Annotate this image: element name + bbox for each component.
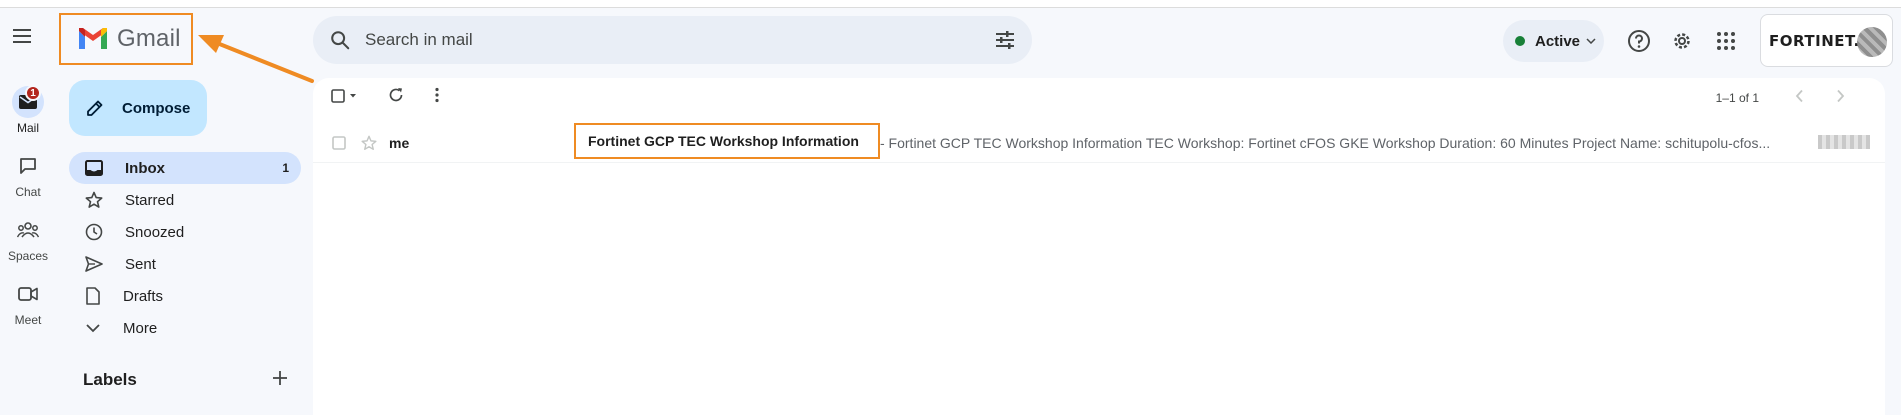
search-options-icon[interactable] [994,30,1016,50]
clock-icon [85,223,103,241]
rail-item-meet[interactable]: Meet [0,272,56,336]
list-toolbar: 1–1 of 1 [313,78,1885,114]
gmail-m-icon [79,28,107,49]
rail-label-mail: Mail [16,121,39,135]
email-sender: me [389,134,410,151]
top-header: Gmail Active FORTINET. [0,9,1901,83]
settings-button[interactable] [1663,22,1701,60]
nav-label-drafts: Drafts [123,287,164,305]
apps-button[interactable] [1707,22,1745,60]
search-icon[interactable] [329,29,351,51]
pagination-text: 1–1 of 1 [1715,91,1759,105]
nav-label-inbox: Inbox [125,159,165,177]
email-date-redacted [1818,135,1870,149]
nav-item-starred[interactable]: Starred [69,184,301,216]
status-selector[interactable]: Active [1503,20,1604,62]
rail-item-chat[interactable]: Chat [0,144,56,208]
account-switcher[interactable]: FORTINET. [1760,14,1893,67]
avatar[interactable] [1857,27,1887,57]
checkbox-icon [331,89,356,103]
nav-item-inbox[interactable]: Inbox 1 [69,152,301,184]
active-status-dot [1515,36,1525,46]
prev-page-button[interactable] [1795,89,1805,103]
send-icon [85,256,103,272]
compose-button[interactable]: Compose [69,80,207,136]
main-menu-button[interactable] [6,19,40,53]
rail-item-spaces[interactable]: Spaces [0,208,56,272]
star-icon[interactable] [361,135,377,151]
video-camera-icon [12,278,44,310]
gmail-logo-highlight[interactable]: Gmail [59,13,193,65]
inbox-icon [85,160,103,176]
star-icon [85,191,103,208]
nav-item-snoozed[interactable]: Snoozed [69,216,301,248]
fortinet-brand-logo: FORTINET. [1769,31,1860,50]
hamburger-icon [13,29,31,43]
labels-header: Labels [83,370,137,389]
browser-top-edge [0,0,1901,8]
help-button[interactable] [1620,22,1658,60]
draft-icon [86,287,100,305]
rail-label-chat: Chat [15,185,41,199]
select-all-checkbox[interactable] [331,89,361,103]
refresh-icon [389,88,403,102]
gear-icon [1674,33,1690,49]
nav-label-sent: Sent [125,255,156,273]
chevron-right-icon [1837,89,1845,103]
rail-label-meet: Meet [14,313,42,327]
pencil-icon [87,100,103,116]
chevron-down-icon [1586,38,1596,44]
gmail-logo-text: Gmail [117,25,181,52]
nav-item-drafts[interactable]: Drafts [69,280,301,312]
add-label-icon[interactable] [272,370,288,386]
search-bar[interactable] [313,16,1032,64]
compose-label: Compose [122,99,191,117]
chevron-down-icon [86,324,100,333]
email-row[interactable]: me Fortinet GCP TEC Workshop Information… [313,123,1885,163]
annotation-arrow [198,35,314,83]
more-actions-button[interactable] [434,87,440,103]
chevron-left-icon [1795,89,1803,103]
inbox-count: 1 [282,161,289,175]
mail-nav: Inbox 1 Starred Snoozed Sent Drafts More [69,152,301,344]
nav-label-more: More [123,319,158,337]
spaces-icon [12,214,44,246]
app-rail: 1 Mail Chat Spaces Meet [0,80,56,336]
mail-unread-badge: 1 [25,85,41,101]
more-vert-icon [435,87,439,103]
nav-label-snoozed: Snoozed [125,223,185,241]
rail-item-mail[interactable]: 1 Mail [0,80,56,144]
row-checkbox-icon[interactable] [332,135,346,150]
nav-item-more[interactable]: More [69,312,301,344]
search-input[interactable] [365,30,994,50]
email-snippet: - Fortinet GCP TEC Workshop Information … [880,134,1771,151]
rail-label-spaces: Spaces [7,249,49,263]
nav-item-sent[interactable]: Sent [69,248,301,280]
email-subject: Fortinet GCP TEC Workshop Information [588,133,859,149]
chat-icon [12,150,44,182]
refresh-button[interactable] [388,87,404,103]
status-label: Active [1535,32,1581,50]
next-page-button[interactable] [1835,89,1845,103]
mail-list-panel: 1–1 of 1 me Fortinet GCP TEC Workshop In… [313,78,1885,415]
subject-highlight: Fortinet GCP TEC Workshop Information [574,123,880,159]
nav-label-starred: Starred [125,191,175,209]
apps-grid-icon [1717,32,1735,50]
help-icon [1628,30,1650,52]
